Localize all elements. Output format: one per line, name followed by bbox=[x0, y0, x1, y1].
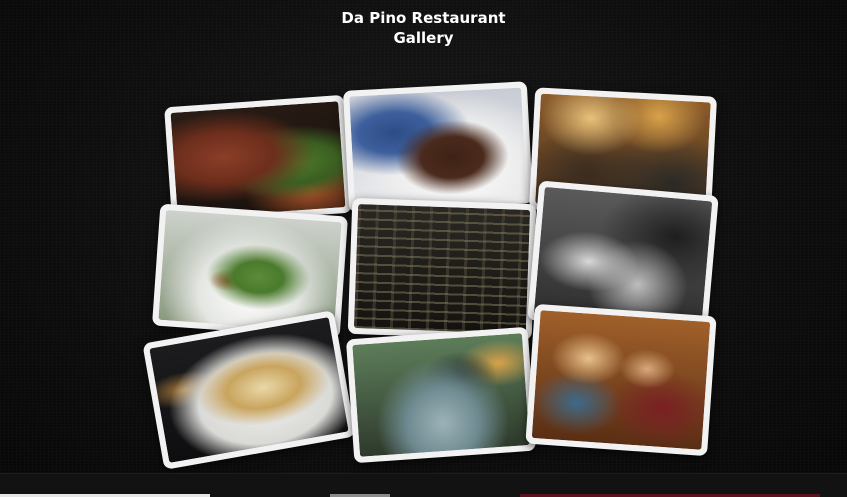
gallery-photo-dessert[interactable] bbox=[342, 81, 534, 213]
champagne-image bbox=[352, 333, 530, 457]
gallery-photo-pasta[interactable] bbox=[142, 310, 356, 470]
footer-bar bbox=[0, 473, 847, 497]
gallery-photo-diners[interactable] bbox=[525, 303, 717, 457]
steak-image bbox=[170, 101, 346, 219]
gallery-photo-champagne[interactable] bbox=[345, 326, 537, 464]
gallery-photo-wine-cellar[interactable] bbox=[347, 197, 537, 341]
photo-gallery bbox=[0, 0, 847, 497]
wine-cellar-image bbox=[353, 204, 531, 334]
dessert-image bbox=[349, 87, 527, 207]
diners-image bbox=[531, 310, 711, 450]
pasta-image bbox=[149, 317, 349, 463]
